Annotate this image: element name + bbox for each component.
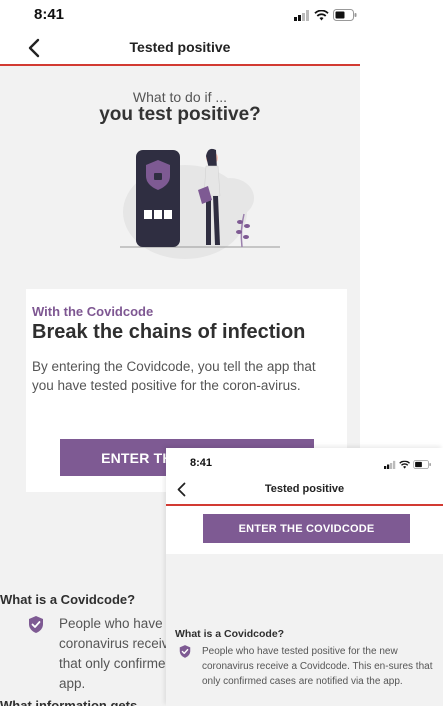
wifi-icon: [314, 9, 329, 20]
status-icons: [384, 460, 431, 469]
battery-icon: [333, 9, 357, 21]
page-title: Tested positive: [264, 483, 345, 495]
enter-covidcode-button[interactable]: ENTER THE COVIDCODE: [203, 514, 410, 543]
faq-heading: What is a Covidcode?: [0, 592, 136, 607]
tested-positive-illustration: [120, 148, 280, 259]
covidcode-card: ENTER THE COVIDCODE: [166, 506, 443, 554]
page-title: Tested positive: [129, 39, 231, 55]
status-icons: [294, 9, 357, 21]
status-time: 8:41: [34, 6, 65, 23]
status-bar: 8:41: [166, 448, 443, 476]
faq-heading: What is a Covidcode?: [175, 628, 285, 640]
app-screen-scrolled: 8:41 Tested positive ENTER THE COVIDCODE…: [166, 448, 443, 706]
signal-icon: [294, 9, 309, 21]
hero-pre-title: What to do if ...: [132, 89, 228, 105]
status-time: 8:41: [190, 457, 213, 469]
nav-bar: Tested positive: [166, 476, 443, 506]
wifi-icon: [399, 460, 410, 469]
card-title: Break the chains of infection: [32, 321, 306, 343]
faq-next-heading: What information gets: [0, 698, 138, 706]
battery-icon: [413, 460, 431, 469]
status-bar: 8:41: [0, 0, 360, 32]
shield-check-icon: [29, 616, 43, 633]
signal-icon: [384, 460, 396, 469]
nav-bar: Tested positive: [0, 32, 360, 66]
card-body: By entering the Covidcode, you tell the …: [32, 359, 316, 393]
card-kicker: With the Covidcode: [32, 304, 154, 319]
hero-title: you test positive?: [99, 104, 261, 125]
faq-answer: People who have tested positive for the …: [202, 646, 433, 687]
shield-check-icon: [179, 645, 191, 658]
